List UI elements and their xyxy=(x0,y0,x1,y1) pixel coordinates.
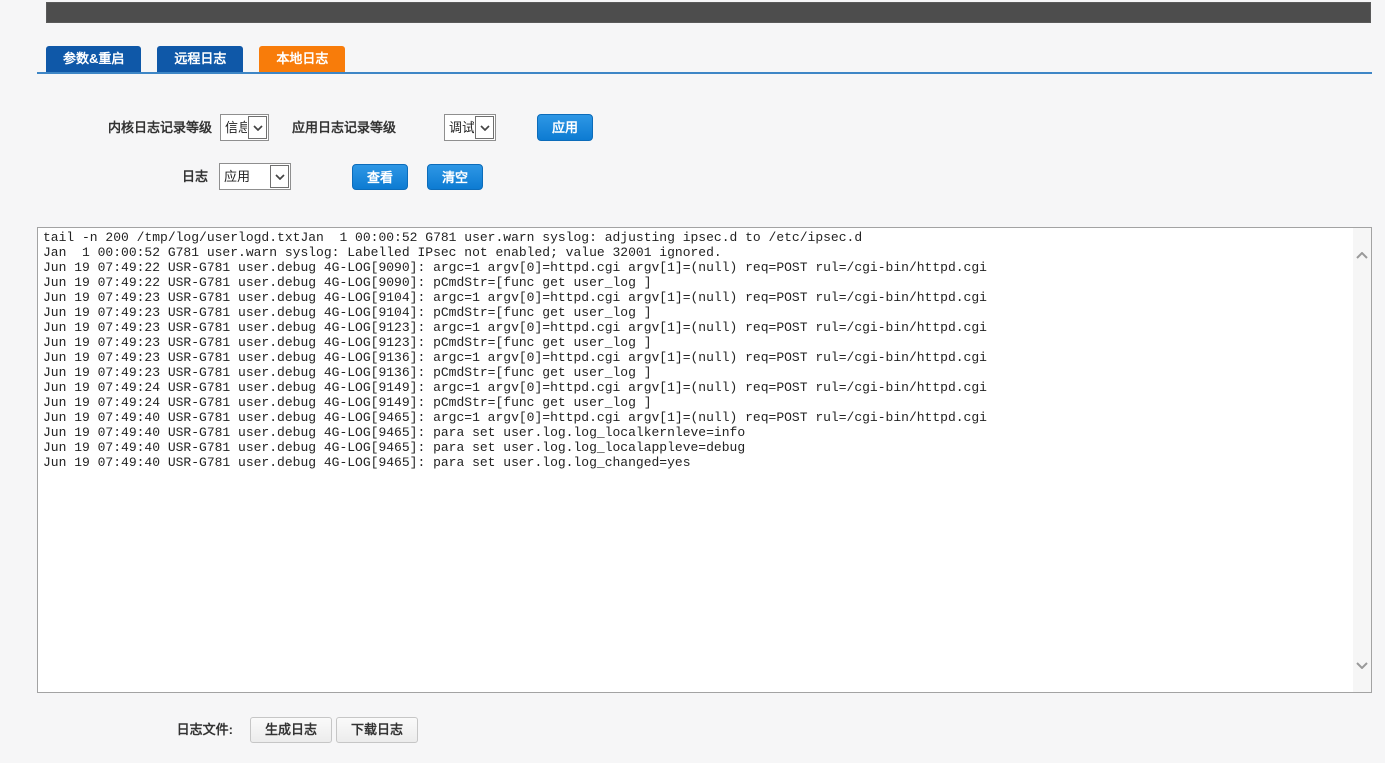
log-scrollbar[interactable] xyxy=(1353,228,1371,692)
app-log-level-select[interactable]: 调试 xyxy=(444,114,496,141)
log-output-textarea[interactable]: tail -n 200 /tmp/log/userlogd.txtJan 1 0… xyxy=(37,227,1372,693)
scroll-down-icon[interactable] xyxy=(1355,660,1369,670)
app-log-level-value: 调试 xyxy=(445,115,474,140)
download-log-button[interactable]: 下载日志 xyxy=(336,717,418,743)
kernel-log-level-select[interactable]: 信息 xyxy=(220,114,269,141)
tab-remote-log[interactable]: 远程日志 xyxy=(157,46,243,72)
scroll-up-icon[interactable] xyxy=(1355,250,1369,260)
chevron-down-icon[interactable] xyxy=(475,116,494,139)
kernel-log-level-value: 信息 xyxy=(221,115,247,140)
kernel-log-level-label: 内核日志记录等级 xyxy=(37,114,212,141)
top-header-bar xyxy=(46,2,1371,23)
tab-params-restart[interactable]: 参数&重启 xyxy=(46,46,141,72)
clear-button[interactable]: 清空 xyxy=(427,164,483,190)
local-log-page: 参数&重启 远程日志 本地日志 内核日志记录等级 信息 应用日志记录等级 调试 … xyxy=(0,0,1385,776)
generate-log-button[interactable]: 生成日志 xyxy=(250,717,332,743)
log-select-label: 日志 xyxy=(37,163,208,190)
log-text: tail -n 200 /tmp/log/userlogd.txtJan 1 0… xyxy=(43,230,1349,690)
log-source-select[interactable]: 应用 xyxy=(219,163,291,190)
chevron-down-icon[interactable] xyxy=(270,165,289,188)
log-source-value: 应用 xyxy=(220,164,269,189)
tab-bar: 参数&重启 远程日志 本地日志 xyxy=(46,46,361,72)
app-log-level-label: 应用日志记录等级 xyxy=(292,114,396,141)
log-file-label: 日志文件: xyxy=(37,717,233,743)
apply-button[interactable]: 应用 xyxy=(537,114,593,141)
tab-underline xyxy=(37,72,1372,74)
tab-local-log[interactable]: 本地日志 xyxy=(259,46,345,72)
view-button[interactable]: 查看 xyxy=(352,164,408,190)
bottom-strip xyxy=(0,763,1385,776)
chevron-down-icon[interactable] xyxy=(248,116,267,139)
